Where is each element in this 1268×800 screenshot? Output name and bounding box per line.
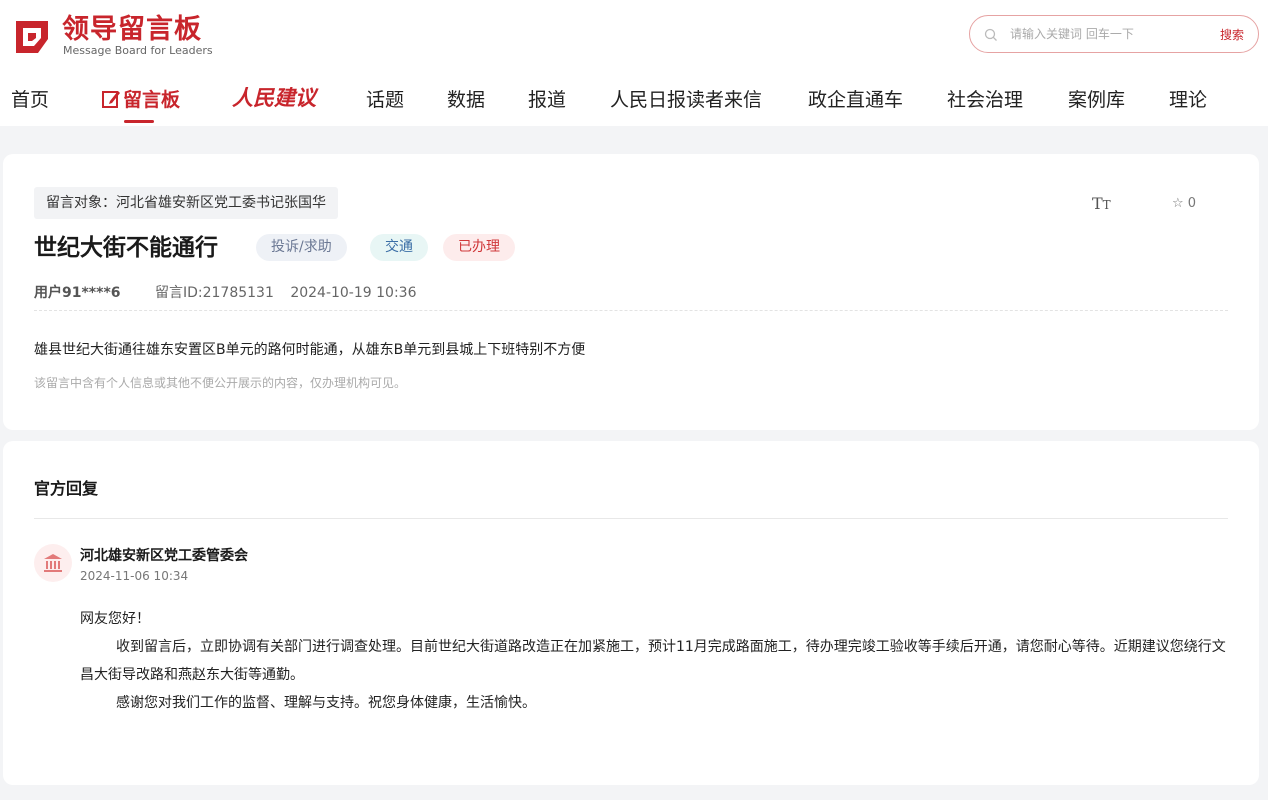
reply-department: 河北雄安新区党工委管委会 [80, 548, 248, 564]
message-target: 留言对象：河北省雄安新区党工委书记张国华 [34, 187, 338, 219]
message-content: 雄县世纪大街通往雄东安置区B单元的路何时能通，从雄东B单元到县城上下班特别不方便 [34, 342, 586, 358]
font-size-icon[interactable]: TT [1092, 194, 1111, 213]
message-meta: 用户91****6 留言ID:21785131 2024-10-19 10:36 [34, 282, 416, 302]
nav-item-topics[interactable]: 话题 [366, 85, 404, 112]
divider [34, 310, 1228, 311]
reply-heading: 官方回复 [34, 479, 99, 498]
privacy-note: 该留言中含有个人信息或其他不便公开展示的内容，仅办理机构可见。 [34, 376, 407, 390]
nav-active-indicator [124, 120, 154, 123]
tag-type: 投诉/求助 [256, 234, 347, 261]
site-header: 领导留言板 Message Board for Leaders 搜索 首页 留言… [0, 0, 1268, 126]
reply-paragraph: 感谢您对我们工作的监督、理解与支持。祝您身体健康，生活愉快。 [116, 695, 536, 711]
nav-item-people-suggestion[interactable]: 人民建议 [232, 82, 316, 112]
message-card: 留言对象：河北省雄安新区党工委书记张国华 TT ☆ 0 世纪大街不能通行 投诉/… [3, 154, 1259, 430]
search-input[interactable] [1010, 24, 1200, 44]
nav-item-message-board-label: 留言板 [123, 89, 181, 111]
reply-body: 网友您好！ 收到留言后，立即协调有关部门进行调查处理。目前世纪大街道路改造正在加… [80, 605, 1230, 717]
search-button[interactable]: 搜索 [1220, 26, 1244, 43]
edit-icon [102, 91, 120, 108]
government-building-icon [44, 554, 62, 572]
nav-item-case-library[interactable]: 案例库 [1068, 85, 1125, 112]
reply-paragraph: 收到留言后，立即协调有关部门进行调查处理。目前世纪大街道路改造正在加紧施工，预计… [80, 639, 1226, 683]
main-nav: 首页 留言板 人民建议 话题 数据 报道 人民日报读者来信 政企直通车 社会治理… [0, 80, 1268, 126]
message-date: 2024-10-19 10:36 [290, 285, 417, 301]
star-icon: ☆ [1172, 196, 1184, 211]
site-logo[interactable]: 领导留言板 Message Board for Leaders [12, 14, 232, 60]
tag-category: 交通 [370, 234, 428, 261]
nav-item-reader-letters[interactable]: 人民日报读者来信 [610, 85, 762, 112]
search-box: 搜索 [969, 15, 1259, 53]
reply-greeting: 网友您好！ [80, 611, 150, 627]
message-id: 留言ID:21785131 [154, 285, 274, 301]
status-badge: 已办理 [443, 234, 515, 261]
favorite-button[interactable]: ☆ 0 [1172, 196, 1196, 211]
reply-date: 2024-11-06 10:34 [80, 569, 189, 583]
message-title: 世纪大街不能通行 [34, 235, 218, 261]
nav-item-social-governance[interactable]: 社会治理 [947, 85, 1023, 112]
nav-item-data[interactable]: 数据 [447, 85, 485, 112]
logo-subtitle: Message Board for Leaders [63, 44, 213, 57]
nav-item-message-board[interactable]: 留言板 [101, 85, 180, 112]
favorite-count: 0 [1187, 196, 1197, 211]
nav-item-home[interactable]: 首页 [11, 85, 49, 112]
logo-mark-icon [16, 21, 48, 53]
logo-title: 领导留言板 [62, 14, 202, 45]
reply-card: 官方回复 河北雄安新区党工委管委会 2024-11-06 10:34 网友您好！… [3, 441, 1259, 785]
nav-item-reports[interactable]: 报道 [528, 85, 566, 112]
search-icon[interactable] [984, 28, 998, 42]
avatar [34, 544, 72, 582]
divider [34, 518, 1228, 519]
nav-item-gov-enterprise[interactable]: 政企直通车 [808, 85, 903, 112]
message-user: 用户91****6 [34, 285, 121, 301]
nav-item-theory[interactable]: 理论 [1169, 85, 1207, 112]
